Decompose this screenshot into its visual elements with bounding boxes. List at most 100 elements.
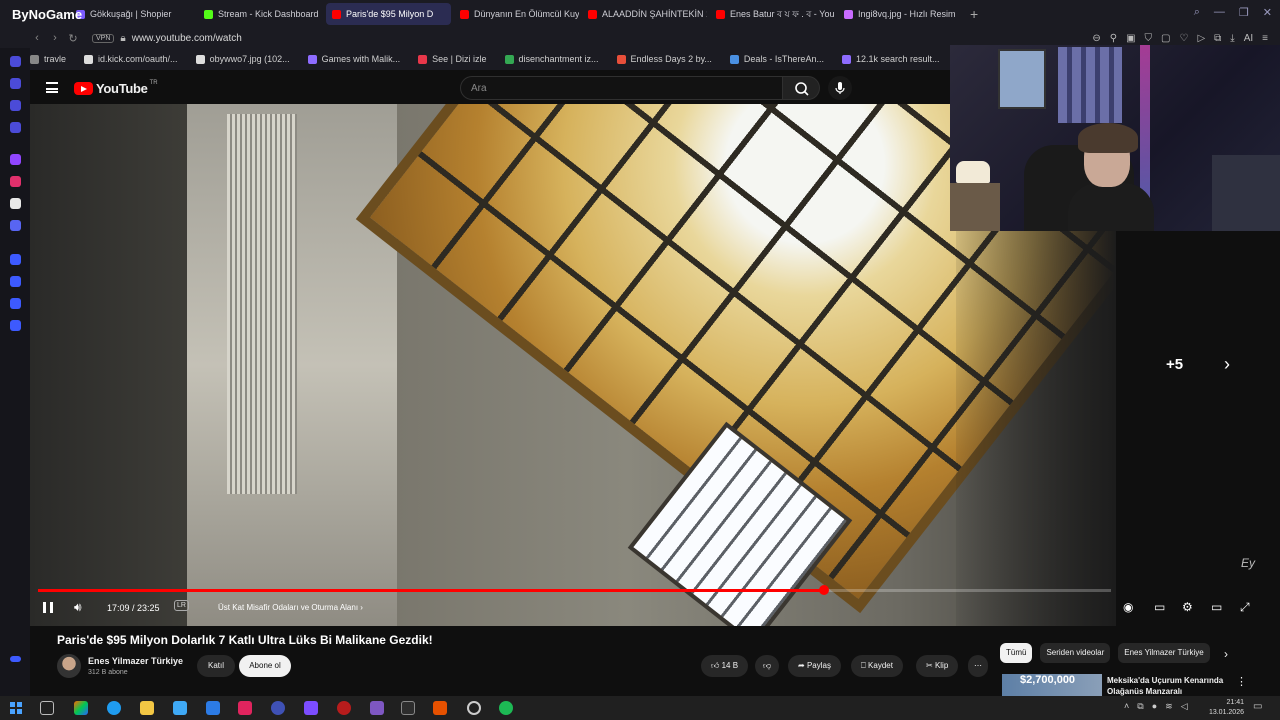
pause-icon[interactable]	[43, 602, 53, 613]
bookmark-item[interactable]: travle	[30, 54, 66, 64]
copilot-icon[interactable]	[74, 701, 88, 715]
subscribe-button[interactable]: Abone ol	[239, 655, 291, 677]
forward-icon[interactable]: ›	[46, 32, 64, 44]
edge-icon[interactable]	[107, 701, 121, 715]
chevron-right-icon[interactable]: ›	[1224, 647, 1228, 661]
bookmark-item[interactable]: disenchantment iz...	[504, 54, 599, 64]
instagram-icon[interactable]	[10, 176, 21, 187]
microphone-tray-icon[interactable]: ●	[1152, 701, 1157, 712]
downloads-icon[interactable]: ⤓	[1230, 33, 1234, 44]
bookmark-item[interactable]: Games with Malik...	[307, 54, 400, 64]
chapter-title[interactable]: Üst Kat Misafir Odaları ve Oturma Alanı …	[218, 603, 363, 612]
channel-avatar[interactable]	[57, 654, 81, 678]
history-icon[interactable]	[10, 276, 21, 287]
browser-tab[interactable]: Paris'de $95 Milyon D	[326, 3, 451, 25]
recommendation-title[interactable]: Meksika'da Uçurum Kenarında Olağanüs Man…	[1107, 675, 1227, 696]
extensions-icon[interactable]: ⧉	[1214, 33, 1221, 44]
settings-icon[interactable]	[10, 320, 21, 331]
search-icon[interactable]: ⌕	[1194, 6, 1200, 19]
progress-bar[interactable]	[38, 585, 1111, 595]
channel-watermark[interactable]: Ey	[1241, 556, 1255, 570]
opera-gx-icon[interactable]	[337, 701, 351, 715]
bookmark-item[interactable]: See | Dizi izle	[418, 54, 487, 64]
bookmark-item[interactable]: Deals - IsThereAn...	[729, 54, 824, 64]
dislike-button[interactable]: 👎︎	[755, 655, 780, 677]
voice-search-button[interactable]	[828, 76, 852, 100]
autoplay-toggle-icon[interactable]: ◉	[1123, 600, 1133, 614]
more-actions-button[interactable]: ⋯	[968, 655, 988, 677]
filter-chip[interactable]: Enes Yilmazer Türkiye	[1118, 643, 1210, 663]
epic-games-icon[interactable]	[401, 701, 415, 715]
pin-icon[interactable]: ⚲	[1110, 33, 1117, 44]
bookmark-item[interactable]: Endless Days 2 by...	[616, 54, 712, 64]
browser-tab[interactable]: Gökkuşağı | Shopier	[70, 3, 195, 25]
scrubber-handle[interactable]	[818, 585, 829, 595]
app-icon[interactable]	[238, 701, 252, 715]
search-input[interactable]: Ara	[460, 76, 782, 100]
volume-icon[interactable]: 🔊︎	[74, 600, 82, 615]
share-button[interactable]: ➦ Paylaş	[788, 655, 841, 677]
subtitles-icon[interactable]: ▭	[1154, 600, 1165, 614]
notification-icon[interactable]: ▭	[1253, 701, 1262, 712]
vpn-badge[interactable]: VPN	[92, 33, 115, 43]
channel-name[interactable]: Enes Yilmazer Türkiye	[88, 656, 183, 666]
twitch-icon[interactable]	[10, 154, 21, 165]
new-tab-button[interactable]: +	[970, 6, 978, 22]
player-sidebar-icon[interactable]	[10, 254, 21, 265]
clip-button[interactable]: ✂ Klip	[916, 655, 959, 677]
shield-icon[interactable]: ⛉	[1145, 33, 1153, 44]
x-icon[interactable]	[10, 198, 21, 209]
spotify-icon[interactable]	[499, 701, 513, 715]
wifi-icon[interactable]: ≋	[1165, 701, 1173, 712]
settings-gear-icon[interactable]: ⚙	[1182, 600, 1193, 614]
bookmark-item[interactable]: obywwo7.jpg (102...	[195, 54, 290, 64]
gx-icon[interactable]	[10, 656, 21, 662]
hamburger-menu-icon[interactable]	[46, 82, 58, 93]
player-icon[interactable]: ▷	[1197, 33, 1205, 44]
more-cards-count[interactable]: +5	[1166, 356, 1183, 373]
language-reactor-badge[interactable]: LR	[174, 600, 189, 611]
speaker-icon[interactable]: ◁	[1181, 701, 1188, 712]
app-icon[interactable]	[304, 701, 318, 715]
bookmark-item[interactable]: id.kick.com/oauth/...	[84, 54, 178, 64]
outlook-icon[interactable]	[206, 701, 220, 715]
translate-icon[interactable]	[10, 78, 21, 89]
minimize-icon[interactable]: —	[1214, 6, 1225, 19]
back-icon[interactable]: ‹	[28, 32, 46, 44]
menu-icon[interactable]: ≡	[1262, 33, 1268, 44]
bookmark-item[interactable]: 12.1k search result...	[841, 54, 940, 64]
close-icon[interactable]: ✕	[1263, 6, 1272, 19]
browser-tab[interactable]: Ingi8vq.jpg - Hızlı Resim	[838, 3, 963, 25]
obs-icon[interactable]	[467, 701, 481, 715]
youtube-logo[interactable]: YouTube TR	[74, 80, 158, 96]
recommendation-thumbnail[interactable]: $2,700,000	[1002, 674, 1102, 696]
browser-tab[interactable]: Stream - Kick Dashboard	[198, 3, 323, 25]
store-icon[interactable]	[173, 701, 187, 715]
chevron-right-icon[interactable]: ›	[1224, 354, 1230, 375]
filter-chip[interactable]: Seriden videolar	[1040, 643, 1111, 663]
more-vertical-icon[interactable]: ⋮	[1236, 675, 1247, 688]
browser-tab[interactable]: ALAADDİN ŞAHİNTEKİN 1	[582, 3, 707, 25]
wallet-icon[interactable]: ▢	[1161, 33, 1170, 44]
fullscreen-icon[interactable]: ⤢	[1240, 600, 1250, 615]
restore-icon[interactable]: ❐	[1239, 6, 1249, 19]
snapshot-icon[interactable]: ▣	[1126, 33, 1135, 44]
discord-icon[interactable]	[10, 220, 21, 231]
filter-chip[interactable]: Tümü	[1000, 643, 1033, 663]
ai-button[interactable]: AI	[1244, 33, 1253, 44]
file-explorer-icon[interactable]	[140, 701, 154, 715]
url-field[interactable]: www.youtube.com/watch	[132, 33, 242, 44]
zoom-icon[interactable]: ⊖	[1092, 33, 1100, 44]
news-icon[interactable]	[10, 100, 21, 111]
save-button[interactable]: ⎕ Kaydet	[851, 655, 903, 677]
reload-icon[interactable]: ↻	[64, 32, 82, 45]
chevron-up-icon[interactable]: ˄	[1124, 701, 1129, 712]
browser-tab[interactable]: Dünyanın En Ölümcül Kuy	[454, 3, 579, 25]
tools-icon[interactable]	[10, 298, 21, 309]
clock[interactable]: 21:41 13.01.2026	[1200, 698, 1244, 718]
browser-tab[interactable]: Enes Batur ব য ফ . ব - You	[710, 3, 835, 25]
app-icon[interactable]	[433, 701, 447, 715]
mail-icon[interactable]	[10, 122, 21, 133]
app-icon[interactable]	[271, 701, 285, 715]
search-button[interactable]	[782, 76, 820, 100]
